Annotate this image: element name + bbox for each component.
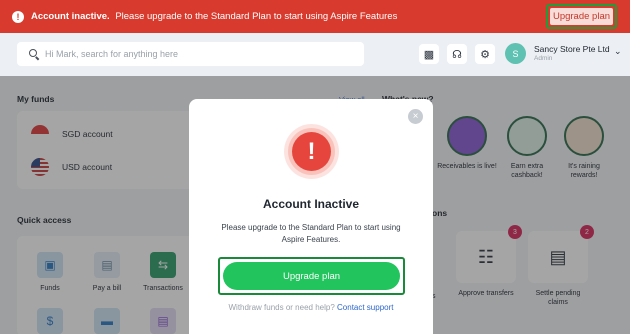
gear-icon[interactable]: ⚙ [475,44,495,64]
search-bar[interactable] [17,42,364,66]
upgrade-plan-highlight: Upgrade plan [218,257,405,295]
banner-upgrade-button[interactable]: Upgrade plan [550,8,613,25]
chevron-down-icon[interactable]: ⌄ [614,46,622,57]
exclamation-icon: ! [292,132,331,171]
warning-icon: ! [12,10,24,23]
account-inactive-modal: × ! Account Inactive Please upgrade to t… [189,99,433,334]
search-icon [29,49,39,59]
modal-footer: Withdraw funds or need help? Contact sup… [189,303,433,312]
search-input[interactable] [45,49,345,59]
footer-text: Withdraw funds or need help? [228,303,335,312]
banner-text: Please upgrade to the Standard Plan to s… [115,11,398,22]
close-icon[interactable]: × [408,109,423,124]
banner-title: Account inactive. [31,11,110,22]
user-role: Admin [534,55,553,62]
headset-icon[interactable]: ☊ [447,44,467,64]
gift-icon[interactable]: ▩ [419,44,439,64]
modal-description: Please upgrade to the Standard Plan to s… [221,223,401,244]
alert-icon: ! [284,124,339,179]
contact-support-link[interactable]: Contact support [337,303,393,312]
inactive-banner: ! Account inactive. Please upgrade to th… [0,0,630,33]
company-name[interactable]: Sancy Store Pte Ltd [534,44,610,54]
modal-title: Account Inactive [262,197,360,211]
upgrade-plan-button[interactable]: Upgrade plan [223,262,400,290]
banner-upgrade-highlight: Upgrade plan [546,4,617,29]
banner-message: Account inactive. Please upgrade to the … [31,11,397,22]
top-header: ▩ ☊ ⚙ S Sancy Store Pte Ltd Admin ⌄ [0,33,630,76]
avatar[interactable]: S [505,43,526,64]
alert-icon-ring: ! [288,128,335,175]
